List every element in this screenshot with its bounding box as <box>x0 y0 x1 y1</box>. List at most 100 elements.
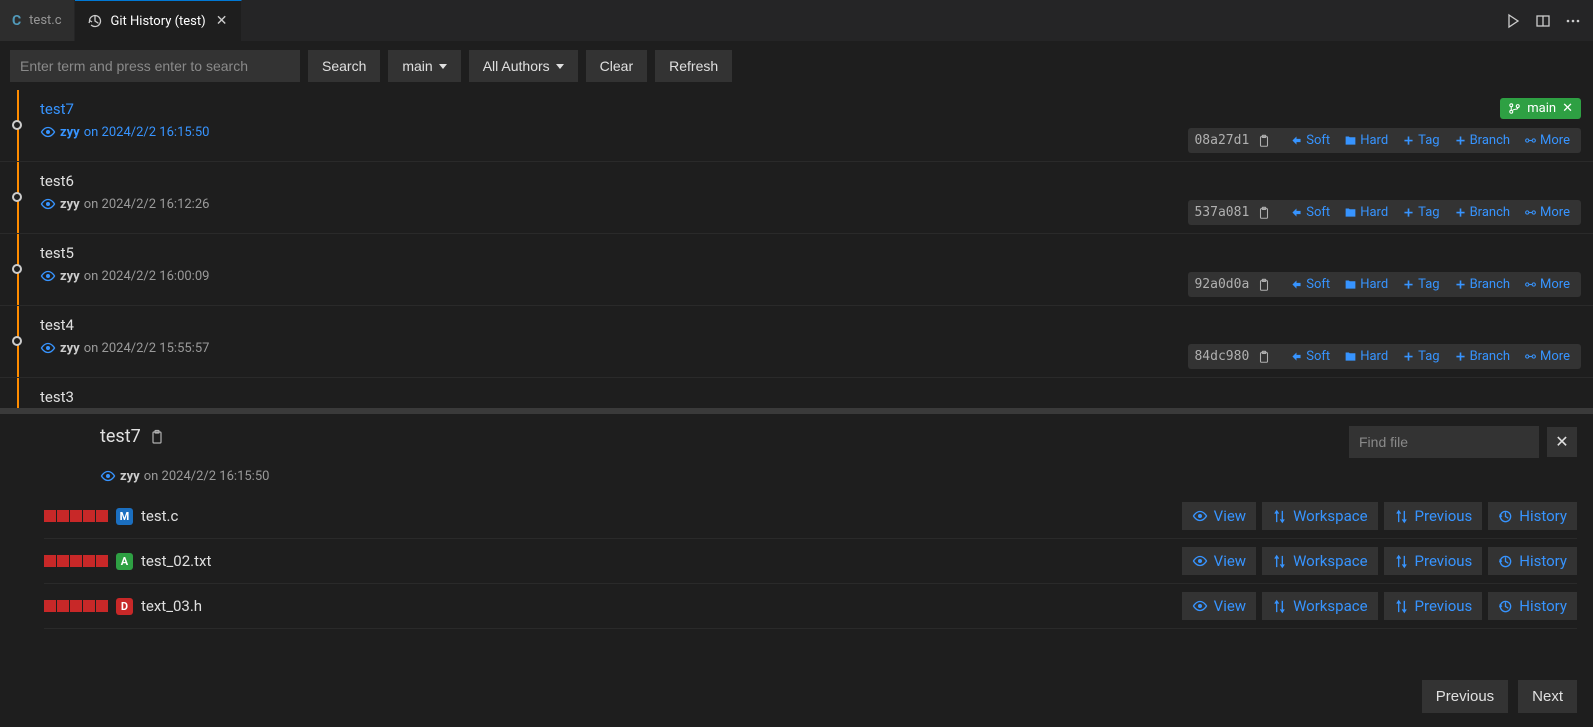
tag-button[interactable]: Tag <box>1397 131 1444 150</box>
commit-row[interactable]: test4zyy on 2024/2/2 15:55:5784dc980Soft… <box>0 306 1593 378</box>
hard-reset-button[interactable]: Hard <box>1339 203 1393 222</box>
commit-hash: 08a27d1 <box>1194 133 1253 148</box>
authors-dropdown[interactable]: All Authors <box>469 50 578 82</box>
hard-reset-button[interactable]: Hard <box>1339 347 1393 366</box>
next-page-button[interactable]: Next <box>1518 680 1577 713</box>
more-button[interactable]: More <box>1519 275 1575 294</box>
soft-reset-button[interactable]: Soft <box>1285 131 1335 150</box>
tab-test-c[interactable]: C test.c <box>0 0 75 41</box>
view-button[interactable]: View <box>1182 592 1256 620</box>
detail-pane: test7 ✕ zyy on 2024/2/2 16:15:50 Mtest.c… <box>0 414 1593 727</box>
commit-row[interactable]: test6zyy on 2024/2/2 16:12:26537a081Soft… <box>0 162 1593 234</box>
split-editor-icon[interactable] <box>1535 13 1551 29</box>
graph-dot <box>12 192 22 202</box>
file-actions: ViewWorkspacePreviousHistory <box>1182 592 1577 620</box>
commit-author: zyy <box>60 125 80 140</box>
tag-button[interactable]: Tag <box>1397 275 1444 294</box>
run-icon[interactable] <box>1505 13 1521 29</box>
branch-dropdown[interactable]: main <box>388 50 460 82</box>
workspace-button[interactable]: Workspace <box>1262 592 1377 620</box>
find-file-input[interactable] <box>1349 426 1539 458</box>
clear-button[interactable]: Clear <box>586 50 647 82</box>
close-icon[interactable]: ✕ <box>1562 101 1573 116</box>
tab-label: test.c <box>29 13 61 28</box>
compare-icon <box>1272 599 1287 614</box>
view-button[interactable]: View <box>1182 547 1256 575</box>
commit-hash: 84dc980 <box>1194 349 1253 364</box>
refresh-button[interactable]: Refresh <box>655 50 732 82</box>
commit-row[interactable]: test7zyy on 2024/2/2 16:15:50main✕08a27d… <box>0 90 1593 162</box>
commit-title: test5 <box>40 244 1581 262</box>
commit-title: test3 <box>40 388 1581 406</box>
soft-reset-button[interactable]: Soft <box>1285 347 1335 366</box>
toolbar: Search main All Authors Clear Refresh <box>0 42 1593 90</box>
history-button[interactable]: History <box>1488 502 1577 530</box>
search-button[interactable]: Search <box>308 50 380 82</box>
tag-button[interactable]: Tag <box>1397 347 1444 366</box>
tab-label: Git History (test) <box>111 14 206 29</box>
pager: Previous Next <box>0 666 1593 727</box>
graph-dot <box>12 264 22 274</box>
tab-git-history[interactable]: Git History (test) ✕ <box>75 0 243 41</box>
more-button[interactable]: More <box>1519 347 1575 366</box>
eye-icon <box>40 124 56 140</box>
history-button[interactable]: History <box>1488 547 1577 575</box>
commit-actions: 537a081SoftHardTagBranchMore <box>1188 200 1581 225</box>
more-button[interactable]: More <box>1519 131 1575 150</box>
more-button[interactable]: More <box>1519 203 1575 222</box>
commit-author: zyy <box>60 269 80 284</box>
history-button[interactable]: History <box>1488 592 1577 620</box>
branch-button[interactable]: Branch <box>1449 131 1515 150</box>
more-icon[interactable] <box>1565 13 1581 29</box>
detail-title: test7 <box>100 426 165 447</box>
commit-title: test6 <box>40 172 1581 190</box>
file-row[interactable]: Atest_02.txtViewWorkspacePreviousHistory <box>44 539 1577 584</box>
file-row[interactable]: Dtext_03.hViewWorkspacePreviousHistory <box>44 584 1577 629</box>
soft-reset-button[interactable]: Soft <box>1285 203 1335 222</box>
workspace-button[interactable]: Workspace <box>1262 502 1377 530</box>
view-button[interactable]: View <box>1182 502 1256 530</box>
commit-actions: 08a27d1 SoftHardTag BranchMore <box>1188 128 1581 153</box>
branch-button[interactable]: Branch <box>1449 347 1515 366</box>
eye-icon <box>40 196 56 212</box>
hard-reset-button[interactable]: Hard <box>1339 275 1393 294</box>
file-row[interactable]: Mtest.cViewWorkspacePreviousHistory <box>44 494 1577 539</box>
close-icon[interactable]: ✕ <box>214 13 230 29</box>
clipboard-icon[interactable] <box>1257 134 1271 148</box>
hard-reset-button[interactable]: Hard <box>1339 131 1393 150</box>
previous-button[interactable]: Previous <box>1384 547 1483 575</box>
close-find-button[interactable]: ✕ <box>1547 427 1577 457</box>
tag-button[interactable]: Tag <box>1397 203 1444 222</box>
file-name: test_02.txt <box>141 552 211 570</box>
clipboard-icon[interactable] <box>1257 350 1271 364</box>
soft-reset-button[interactable]: Soft <box>1285 275 1335 294</box>
caret-down-icon <box>556 64 564 69</box>
status-badge: M <box>116 508 133 525</box>
search-input[interactable] <box>10 50 300 82</box>
branch-chip[interactable]: main ✕ <box>1500 98 1581 119</box>
previous-button[interactable]: Previous <box>1384 592 1483 620</box>
branch-chip-label: main <box>1527 101 1556 116</box>
commit-row[interactable]: test5zyy on 2024/2/2 16:00:0992a0d0aSoft… <box>0 234 1593 306</box>
diff-bar <box>44 510 108 522</box>
commit-actions: 84dc980 SoftHardTag BranchMore <box>1188 344 1581 369</box>
previous-button[interactable]: Previous <box>1384 502 1483 530</box>
previous-page-button[interactable]: Previous <box>1422 680 1508 713</box>
eye-icon <box>40 268 56 284</box>
clipboard-icon[interactable] <box>1257 206 1271 220</box>
branch-button[interactable]: Branch <box>1449 275 1515 294</box>
history-pane: test7zyy on 2024/2/2 16:15:50main✕08a27d… <box>0 90 1593 408</box>
commit-actions: 92a0d0aSoftHardTagBranchMore <box>1188 272 1581 297</box>
eye-icon <box>100 468 116 484</box>
workspace-button[interactable]: Workspace <box>1262 547 1377 575</box>
branch-button[interactable]: Branch <box>1449 203 1515 222</box>
tab-actions <box>1493 0 1593 41</box>
clipboard-icon[interactable] <box>1257 278 1271 292</box>
history-icon <box>1498 554 1513 569</box>
commit-row[interactable]: test3 <box>0 378 1593 408</box>
commit-date: on 2024/2/2 16:15:50 <box>84 125 210 140</box>
history-icon <box>1498 509 1513 524</box>
clipboard-icon[interactable] <box>149 429 165 445</box>
commit-date: on 2024/2/2 16:00:09 <box>84 269 210 284</box>
eye-icon <box>1192 553 1208 569</box>
